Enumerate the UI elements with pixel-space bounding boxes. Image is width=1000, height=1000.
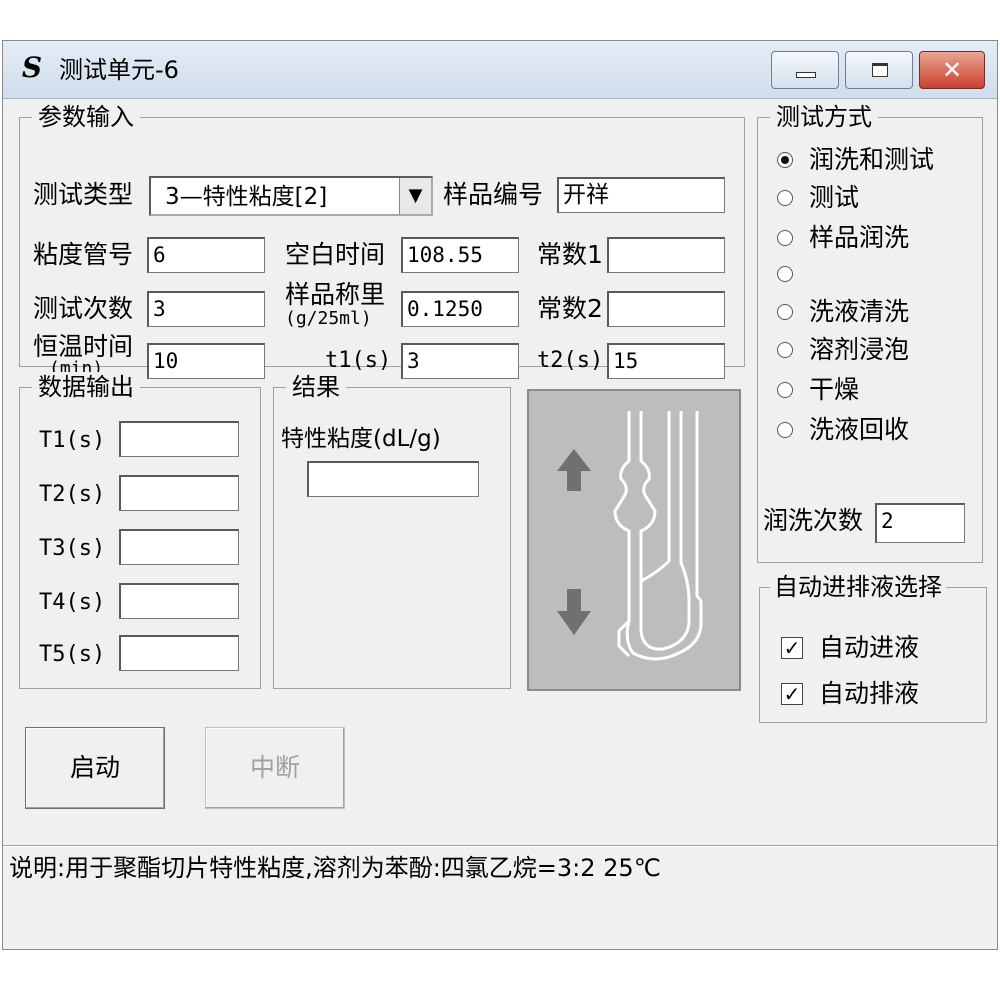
sample-no-input[interactable]: 开祥 [557,177,725,213]
temp-time-input[interactable]: 10 [147,343,265,379]
output-t5-label: T5(s) [39,642,106,667]
mode-option-label: 干燥 [809,375,860,404]
const1-input[interactable] [607,237,725,273]
radio-icon[interactable] [777,342,793,358]
tube-no-input[interactable]: 6 [147,237,265,273]
maximize-button[interactable] [845,51,913,89]
arrow-up-icon [557,449,591,491]
t2-input[interactable]: 15 [607,343,725,379]
output-t3-label: T3(s) [39,536,106,561]
test-count-label: 测试次数 [33,294,134,323]
status-separator [3,845,997,847]
params-group-title: 参数输入 [32,102,140,132]
mode-option-label: 溶剂浸泡 [809,335,910,364]
rinse-count-input[interactable]: 2 [875,503,965,543]
status-description: 说明:用于聚酯切片特性粘度,溶剂为苯酚:四氯乙烷=3:2 25℃ [9,854,661,882]
output-t1-label: T1(s) [39,428,106,453]
mode-option-label: 测试 [809,183,860,212]
result-group-title: 结果 [286,372,346,402]
radio-icon[interactable] [777,230,793,246]
title-bar[interactable]: S 测试单元-6 ✕ [3,41,997,99]
maximize-icon [872,63,888,77]
chevron-down-icon[interactable]: ▼ [399,178,431,214]
close-button[interactable]: ✕ [919,51,985,89]
test-type-label: 测试类型 [33,180,134,209]
radio-icon[interactable] [777,304,793,320]
sample-no-label: 样品编号 [443,180,544,209]
output-t4-field [119,583,239,619]
blank-time-label: 空白时间 [285,240,386,269]
test-type-select[interactable]: 3—特性粘度[2] ▼ [149,176,433,216]
minimize-button[interactable] [771,51,839,89]
mode-option-label: 样品润洗 [809,223,910,252]
window-title: 测试单元-6 [59,56,179,84]
sample-weight-label: 样品称里 [285,280,386,309]
radio-selected-icon[interactable] [777,152,793,168]
test-type-value: 3—特性粘度[2] [165,184,328,210]
radio-icon[interactable] [777,190,793,206]
output-t2-label: T2(s) [39,482,106,507]
output-t1-field [119,421,239,457]
test-count-input[interactable]: 3 [147,291,265,327]
arrow-down-icon [557,589,591,635]
sample-weight-unit: (g/25ml) [285,308,372,329]
const2-input[interactable] [607,291,725,327]
viscometer-tube-outline [613,411,703,661]
t2-label: t2(s) [537,348,604,373]
output-t3-field [119,529,239,565]
const1-label: 常数1 [537,240,603,269]
auto-group-title: 自动进排液选择 [770,572,946,602]
auto-in-label: 自动进液 [819,633,920,662]
output-group-title: 数据输出 [32,372,140,402]
mode-option-label: 洗液清洗 [809,297,910,326]
abort-button[interactable]: 中断 [205,727,345,809]
minimize-icon [796,72,816,78]
tube-no-label: 粘度管号 [33,240,134,269]
sample-weight-input[interactable]: 0.1250 [401,291,519,327]
viscosity-label: 特性粘度(dL/g) [281,426,441,452]
close-icon: ✕ [941,56,963,84]
checkbox-checked-icon[interactable]: ✓ [781,683,803,705]
radio-icon[interactable] [777,266,793,282]
radio-icon[interactable] [777,422,793,438]
mode-group-title: 测试方式 [770,102,878,132]
radio-icon[interactable] [777,382,793,398]
checkbox-checked-icon[interactable]: ✓ [781,637,803,659]
blank-time-input[interactable]: 108.55 [401,237,519,273]
mode-option-label: 洗液回收 [809,415,910,444]
app-logo-icon: S [21,51,43,84]
output-t5-field [119,635,239,671]
main-window: S 测试单元-6 ✕ 参数输入 测试类型 3—特性粘度[2] ▼ 样品编号 开祥… [2,40,998,950]
start-button[interactable]: 启动 [25,727,165,809]
auto-out-label: 自动排液 [819,679,920,708]
const2-label: 常数2 [537,294,603,323]
output-t4-label: T4(s) [39,590,106,615]
rinse-count-label: 润洗次数 [763,506,864,535]
viscosity-output [307,461,479,497]
mode-option-label: 润洗和测试 [809,145,935,174]
output-t2-field [119,475,239,511]
t1-input[interactable]: 3 [401,343,519,379]
viscometer-tube-svg [557,411,703,661]
viscometer-diagram [527,389,741,691]
